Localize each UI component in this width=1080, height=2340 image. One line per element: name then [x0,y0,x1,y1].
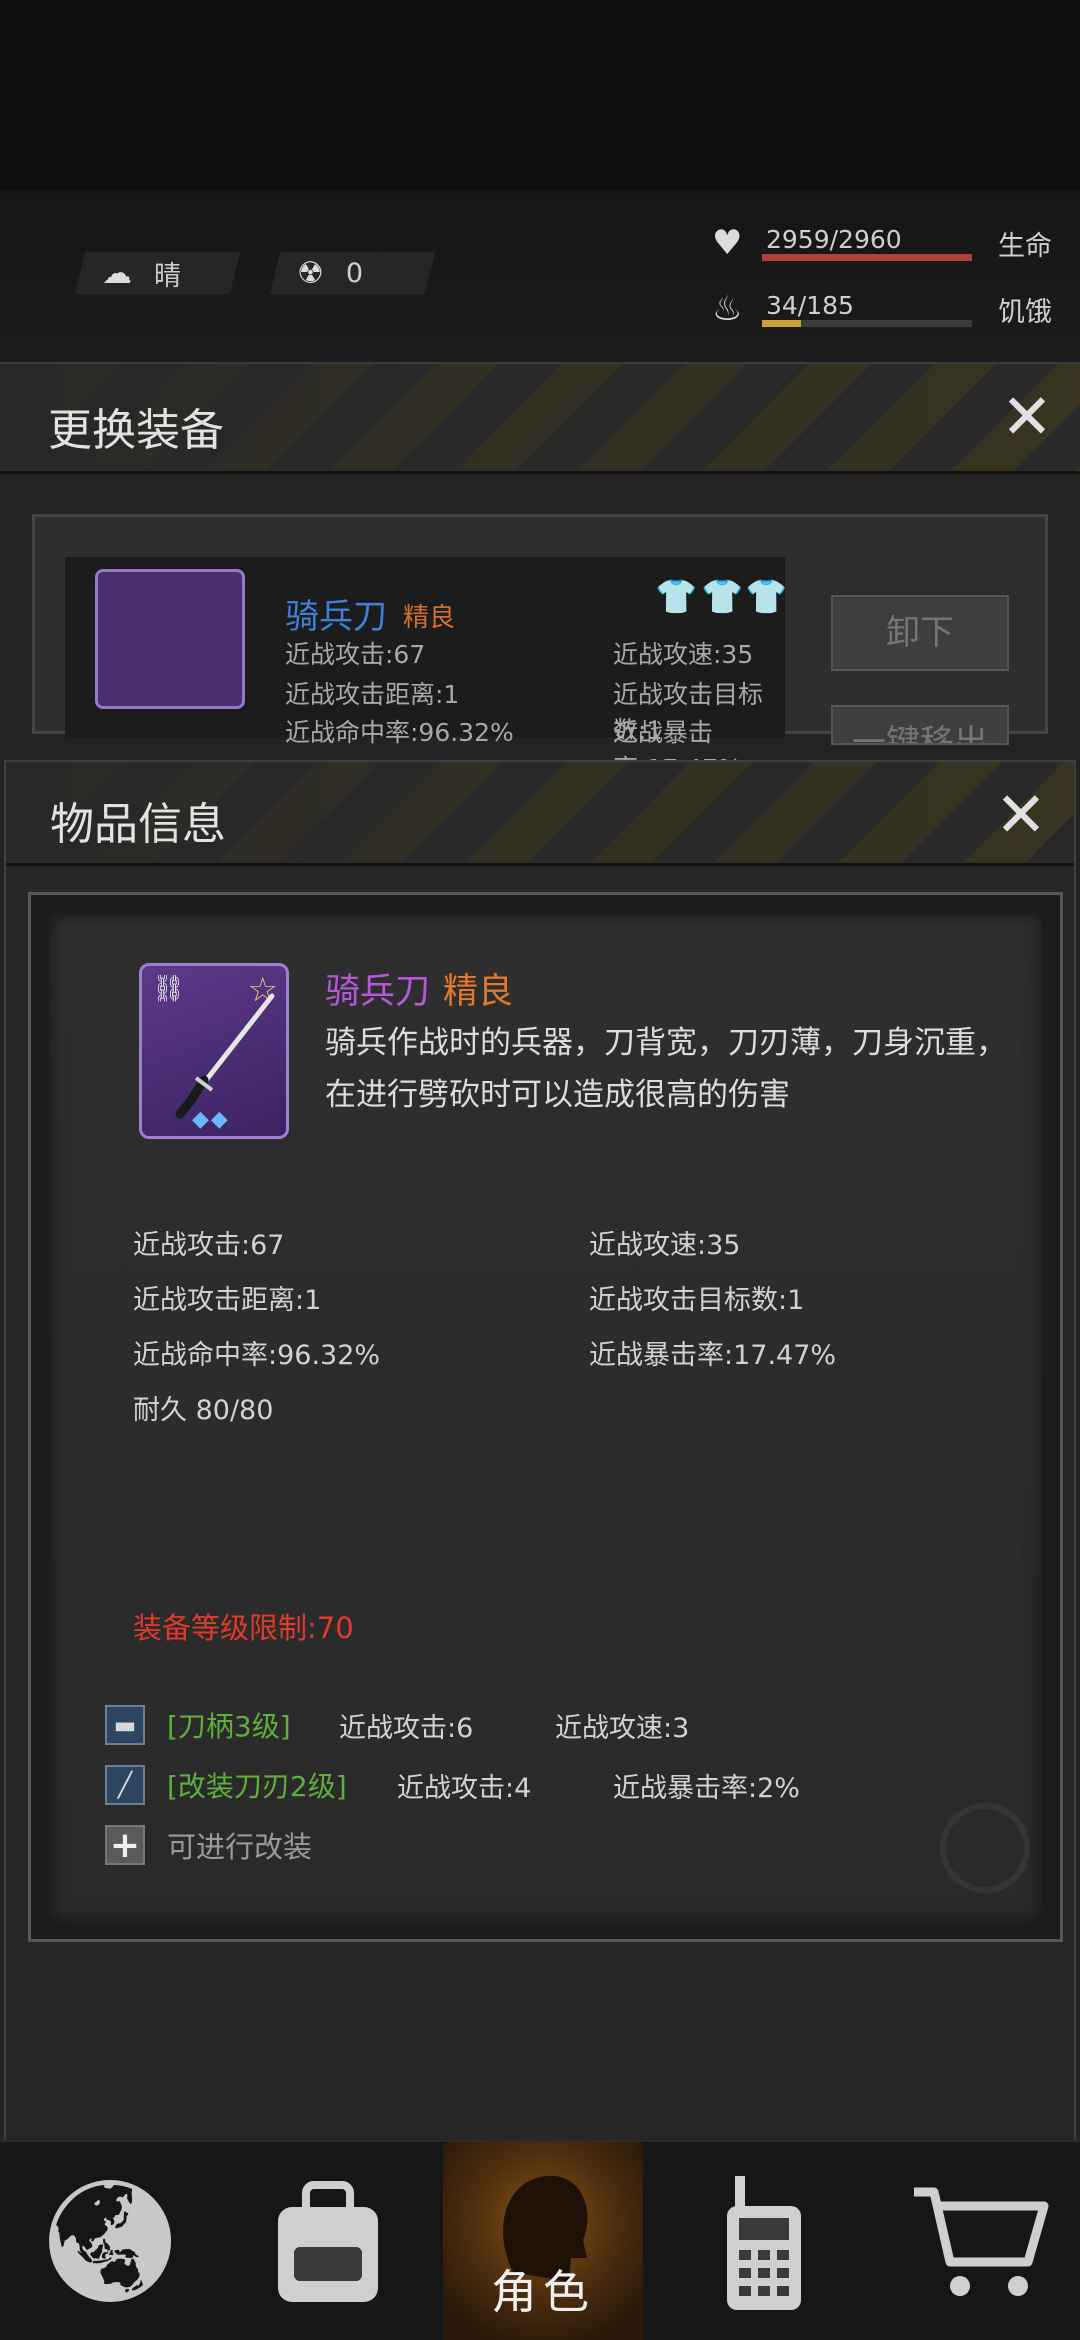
nav-backpack[interactable] [228,2142,428,2340]
mod-stat: 近战攻速:3 [555,1712,690,1744]
radiation-chip[interactable]: ☢ 0 [269,252,436,294]
health-label: 生命 [998,230,1052,262]
cart-icon [914,2187,1049,2296]
radiation-icon: ☢ [297,255,324,291]
bottom-nav: 🌏︎ 角色 [0,2140,1080,2340]
handle-mod-icon: ▬ [105,1705,145,1745]
health-text: 2959/2960 [766,225,902,254]
stat-melee-crit: 近战暴击率:17.47% [589,1340,837,1371]
mod-stat: 近战攻击:6 [339,1712,474,1744]
item-icon: ⛓ ☆ ◆◆ [139,963,289,1139]
backpack-icon [278,2181,378,2302]
status-area: ☁ 晴 ☢ 0 ♥ 2959/2960 生命 ♨ 34/185 饥饿 [0,190,1080,550]
stat-durability: 耐久 80/80 [133,1395,274,1426]
weather-chip[interactable]: ☁ 晴 [74,252,241,294]
equipped-stat-speed: 近战攻速:35 [613,640,754,669]
mod-stat: 近战暴击率:2% [613,1772,800,1804]
level-limit: 装备等级限制:70 [133,1611,354,1645]
radiation-watermark-icon [940,1803,1030,1893]
hunger-label: 饥饿 [998,296,1052,328]
stat-melee-attack: 近战攻击:67 [133,1230,285,1261]
stomach-icon: ♨ [712,289,743,329]
plus-icon[interactable]: + [105,1825,145,1866]
heart-pulse-icon: ♥ [712,223,743,263]
equipped-stat-hit: 近战命中率:96.32% [285,718,514,747]
equipped-item-name: 骑兵刀 [285,597,387,637]
nav-world[interactable]: 🌏︎ [10,2142,210,2340]
mod-row[interactable]: ▬ [刀柄3级] 近战攻击:6 近战攻速:3 [105,1703,1005,1747]
stat-melee-range: 近战攻击距离:1 [133,1285,322,1316]
equipped-item-quality: 精良 [403,603,456,633]
mod-row[interactable]: ╱ [改装刀刃2级] 近战攻击:4 近战暴击率:2% [105,1763,1005,1807]
stat-melee-hit: 近战命中率:96.32% [133,1340,381,1371]
equipped-item-card[interactable]: 骑兵刀 精良 近战攻击:67 近战攻速:35 近战攻击距离:1 近战攻击目标数:… [65,557,787,783]
radiation-value: 0 [345,257,364,289]
walkie-talkie-icon [727,2176,801,2310]
item-name: 骑兵刀 [325,972,431,1012]
equip-panel-title: 更换装备 [48,405,224,456]
close-icon[interactable]: ✕ [990,784,1052,846]
mod-name: [改装刀刃2级] [167,1770,347,1803]
hunger-bar [762,320,801,327]
equip-panel-header: 更换装备 ✕ [0,364,1080,474]
nav-role[interactable]: 角色 [443,2142,643,2340]
saber-icon [175,993,275,1119]
hunger-row: ♨ 34/185 饥饿 [712,286,1062,332]
modify-hint: 可进行改装 [167,1830,313,1864]
item-info-content: ⛓ ☆ ◆◆ 骑兵刀 精良 骑兵作战时的兵器，刀背宽，刀刃薄，刀身沉重，在进行劈… [49,913,1042,1923]
close-icon[interactable]: ✕ [996,386,1058,448]
blade-mod-icon: ╱ [105,1765,145,1805]
weather-label: 晴 [154,260,181,292]
stat-melee-targets: 近战攻击目标数:1 [589,1285,805,1316]
equipped-stat-range: 近战攻击距离:1 [285,680,460,709]
mod-name: [刀柄3级] [167,1710,291,1743]
nav-radio[interactable] [664,2142,864,2340]
equipped-stat-attack: 近战攻击:67 [285,640,426,669]
item-quality: 精良 [443,972,514,1012]
gem-icon: ◆◆ [192,1107,230,1132]
shirt-icon[interactable]: 👕 [701,577,743,617]
shirt-icon[interactable]: 👕 [655,577,697,617]
nav-shop[interactable] [880,2142,1080,2340]
item-info-modal: 物品信息 ✕ ⛓ ☆ ◆◆ 骑兵刀 精良 骑兵作战时的兵器，刀背宽，刀刃薄，刀身… [4,760,1076,2145]
shirt-icon[interactable]: 👕 [745,577,787,617]
equip-slot-frame: 骑兵刀 精良 近战攻击:67 近战攻速:35 近战攻击距离:1 近战攻击目标数:… [32,514,1048,783]
stat-melee-speed: 近战攻速:35 [589,1230,741,1261]
nav-role-label: 角色 [491,2265,595,2319]
mod-stat: 近战攻击:4 [397,1772,532,1804]
add-mod-row[interactable]: + 可进行改装 [105,1823,312,1867]
item-description: 骑兵作战时的兵器，刀背宽，刀刃薄，刀身沉重，在进行劈砍时可以造成很高的伤害 [325,1025,1007,1113]
item-info-header: 物品信息 ✕ [6,762,1074,866]
item-info-title: 物品信息 [50,799,226,850]
health-bar [762,254,972,261]
hunger-text: 34/185 [766,291,854,320]
globe-icon: 🌏︎ [33,2172,187,2311]
health-row: ♥ 2959/2960 生命 [712,220,1062,266]
item-info-body: ⛓ ☆ ◆◆ 骑兵刀 精良 骑兵作战时的兵器，刀背宽，刀刃薄，刀身沉重，在进行劈… [28,892,1063,1942]
unequip-button[interactable]: 卸下 [831,595,1009,671]
cloud-sun-icon: ☁ [102,255,132,291]
remove-all-button[interactable]: 一键移出 [831,705,1009,745]
equipped-item-icon [95,569,245,709]
